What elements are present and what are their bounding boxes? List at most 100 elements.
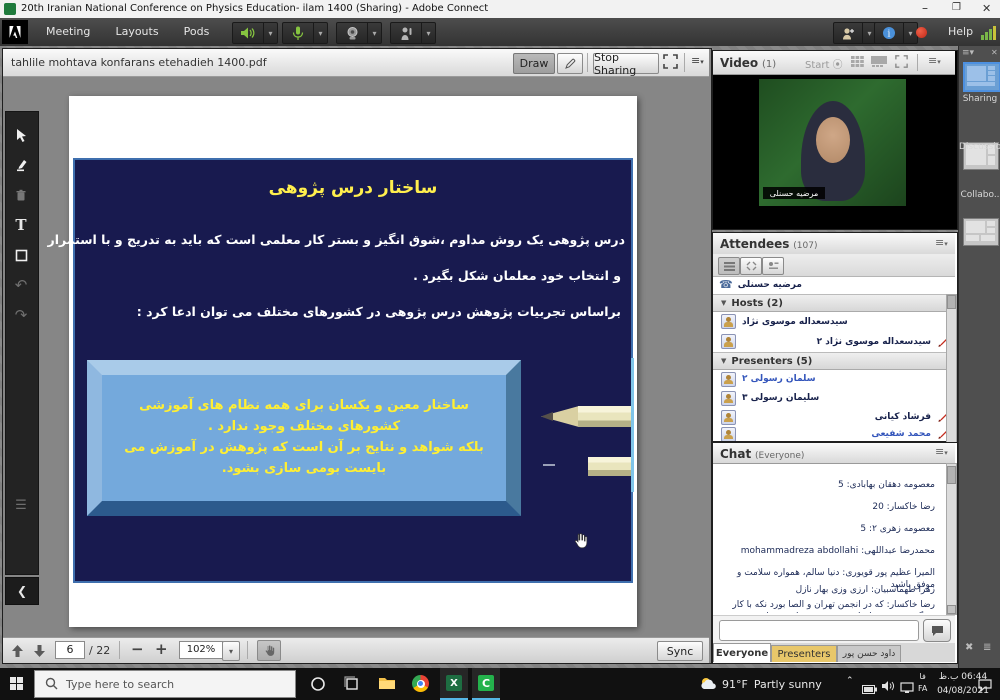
attendees-pod-title: Attendees (107) (720, 237, 817, 251)
draw-button[interactable]: Draw (513, 53, 555, 74)
raise-hand-icon[interactable] (390, 22, 422, 44)
strip-close-icon[interactable]: ✖ (965, 642, 973, 653)
weather-widget[interactable]: 91°F Partly sunny (700, 668, 840, 700)
network-display-icon[interactable] (900, 678, 914, 697)
cortana-icon[interactable] (310, 676, 326, 696)
adobe-connect-window: 20th Iranian National Conference on Phys… (0, 0, 1000, 700)
microphone-icon[interactable] (282, 22, 314, 44)
presenter-row-4[interactable]: محمد شفیعی (713, 427, 955, 441)
close-icon[interactable]: ✕ (982, 2, 991, 15)
webcam-dropdown-icon[interactable]: ▾ (368, 22, 382, 44)
task-view-icon[interactable] (344, 676, 360, 696)
presenter-icon (721, 427, 736, 441)
page-up-icon[interactable] (11, 643, 24, 662)
filmstrip-view-icon[interactable] (871, 56, 887, 70)
fullscreen-icon[interactable] (663, 54, 678, 72)
redo-icon[interactable]: ↷ (6, 300, 36, 330)
stop-sharing-button[interactable]: Stop Sharing (593, 53, 659, 74)
grid-view-icon[interactable] (851, 56, 864, 70)
speaker-icon[interactable] (232, 22, 264, 44)
action-center-icon[interactable] (978, 677, 992, 696)
tab-everyone[interactable]: Everyone (713, 643, 771, 662)
shape-tool[interactable] (6, 240, 36, 270)
chat-input[interactable] (719, 620, 919, 641)
slide-paragraph-1: درس پژوهی یک روش مداوم ،شوق انگیز و بستر… (77, 232, 625, 247)
volume-icon[interactable] (882, 677, 895, 696)
connection-signal-icon[interactable] (981, 26, 996, 40)
hosts-section-header[interactable]: ▼ Hosts (2) (713, 294, 955, 312)
selection-arrow-tool[interactable] (6, 120, 36, 150)
active-speaker-row[interactable]: ☎ مرضیه حسنلی (713, 276, 961, 293)
breakout-view-icon[interactable] (740, 257, 762, 275)
start-button-icon[interactable] (10, 677, 24, 691)
video-pod-title: Video (1) (720, 56, 776, 70)
presenter-row-3[interactable]: فرشاد کیانی (713, 408, 955, 426)
search-icon (45, 675, 58, 694)
strip-menu-icon[interactable]: ≣ (983, 642, 991, 653)
recording-indicator-icon[interactable] (916, 27, 927, 38)
webcam-icon[interactable] (336, 22, 368, 44)
page-number-input[interactable]: 6 (55, 641, 85, 659)
list-view-icon[interactable] (718, 257, 740, 275)
file-explorer-icon[interactable] (378, 676, 396, 695)
text-tool[interactable]: T (6, 210, 36, 240)
attendees-scrollbar[interactable] (946, 294, 957, 443)
status-dropdown-icon[interactable]: ▾ (422, 22, 436, 44)
menu-pods[interactable]: Pods (174, 18, 220, 46)
video-pod-menu-icon[interactable]: ≡▾ (928, 54, 941, 67)
presenter-icon (721, 391, 736, 406)
info-icon[interactable]: i (874, 22, 904, 44)
video-name-label: مرضیه حسنلی (763, 187, 825, 199)
host-icon (721, 314, 736, 329)
svg-text:i: i (888, 30, 891, 40)
connect-taskbar-button[interactable]: C (472, 668, 500, 700)
chrome-icon[interactable] (412, 675, 429, 692)
undo-icon[interactable]: ↶ (6, 270, 36, 300)
layout-bar-close-icon[interactable]: ✕ (991, 48, 998, 57)
sync-button[interactable]: Sync (657, 641, 703, 661)
menu-layouts[interactable]: Layouts (105, 18, 168, 46)
presenters-section-header[interactable]: ▼ Presenters (5) (713, 352, 955, 370)
delete-tool[interactable] (6, 180, 36, 210)
layout-bar-menu-icon[interactable]: ≡▾ (962, 48, 974, 58)
pointer-tool-button[interactable] (557, 53, 583, 74)
page-down-icon[interactable] (33, 643, 46, 662)
speaker-dropdown-icon[interactable]: ▾ (264, 22, 278, 44)
video-fullscreen-icon[interactable] (895, 55, 908, 71)
chat-pod-menu-icon[interactable]: ≡▾ (935, 445, 948, 458)
mic-dropdown-icon[interactable]: ▾ (314, 22, 328, 44)
zoom-out-icon[interactable]: − (131, 640, 144, 658)
collapse-toolbar-button[interactable]: ❮ (5, 577, 39, 605)
person-add-icon[interactable] (833, 22, 863, 44)
zoom-in-icon[interactable]: + (155, 640, 168, 658)
status-view-icon[interactable] (762, 257, 784, 275)
hidden-icons-chevron[interactable]: ⌃ (846, 676, 854, 686)
excel-taskbar-button[interactable]: X (440, 668, 468, 700)
language-indicator[interactable]: فا FA (918, 671, 927, 695)
minimize-icon[interactable]: – (922, 1, 928, 15)
tab-private-user[interactable]: داود حسن پور (837, 645, 901, 662)
layout-collaboration-thumbnail[interactable] (963, 218, 999, 246)
presenter-row-2[interactable]: سلیمان رسولی ۳ (713, 389, 955, 407)
help-menu[interactable]: Help (938, 18, 983, 46)
zoom-dropdown-icon[interactable]: ▾ (222, 641, 240, 661)
attendees-view-toolbar (713, 254, 955, 277)
host-row-1[interactable]: سیدسعداله موسوی نژاد (713, 312, 955, 331)
pod-menu-icon[interactable]: ≡▾ (691, 54, 704, 67)
chat-scrollbar[interactable] (946, 463, 957, 615)
zoom-level-select[interactable]: 102% (179, 641, 223, 659)
start-webcam-button[interactable]: Start ⦿ (805, 56, 843, 71)
layout-sharing-thumbnail[interactable] (963, 62, 1000, 92)
battery-icon[interactable] (862, 679, 877, 698)
taskbar-search-box[interactable]: Type here to search (34, 670, 296, 698)
pan-tool-icon[interactable] (257, 640, 281, 661)
attendees-pod-menu-icon[interactable]: ≡▾ (935, 236, 948, 249)
send-message-icon[interactable] (923, 619, 951, 642)
marker-tool[interactable] (6, 150, 36, 180)
layers-icon[interactable]: ☰ (6, 490, 36, 520)
presenter-row-1[interactable]: سلمان رسولی ۲ (713, 370, 955, 388)
menu-meeting[interactable]: Meeting (36, 18, 100, 46)
tab-presenters[interactable]: Presenters (771, 645, 837, 662)
host-row-2[interactable]: سیدسعداله موسوی نژاد ۲ (713, 332, 955, 351)
restore-icon[interactable]: ❐ (952, 2, 961, 13)
